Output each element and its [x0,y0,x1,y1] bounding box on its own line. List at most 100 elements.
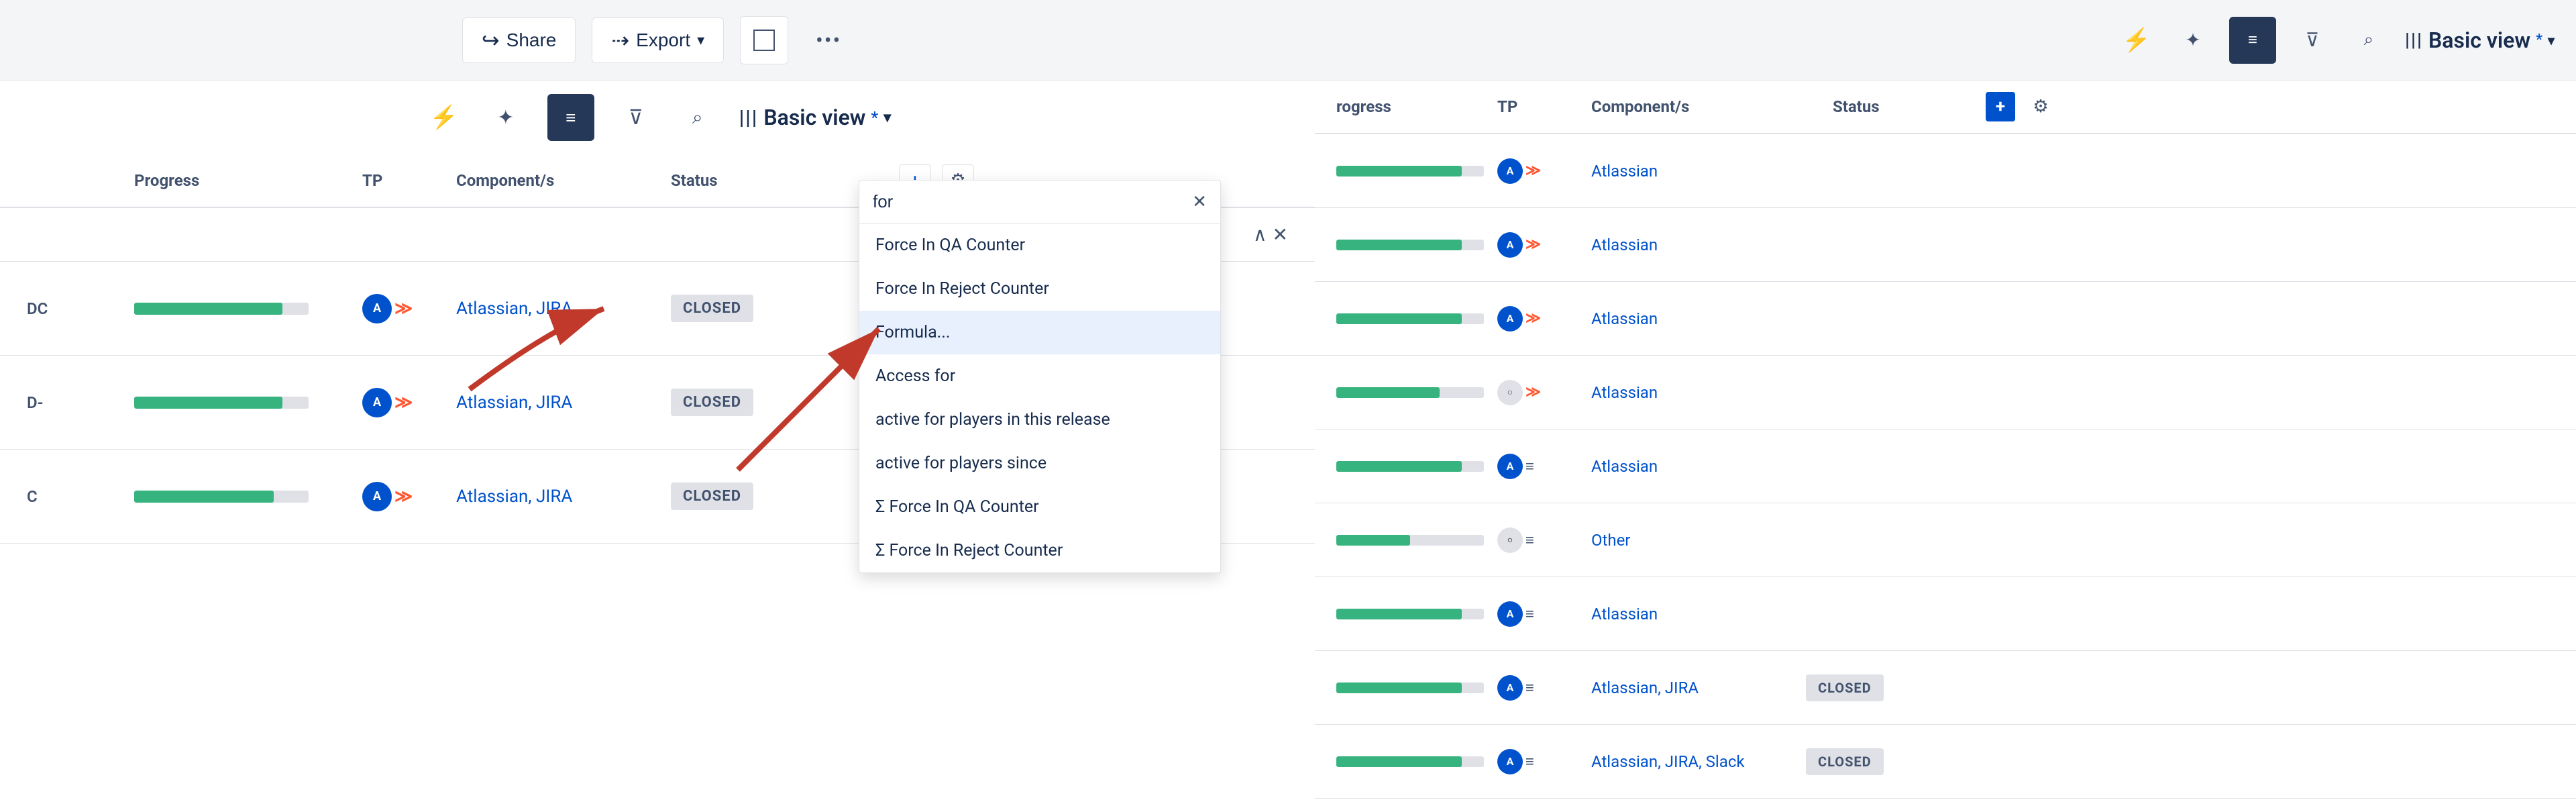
r-gear-icon[interactable]: ⚙ [2033,97,2048,117]
r-progress-cell [1336,240,1497,250]
table-row: A ≫ Atlassian [1315,208,2576,282]
view-selector[interactable]: ||| Basic view * ▾ [739,105,891,130]
r-component-cell: Atlassian [1591,236,1806,254]
dropdown-item-sigma-qa[interactable]: Σ Force In QA Counter [859,485,1220,529]
progress-cell [134,303,362,315]
table-row: ○ ≡ Other [1315,503,2576,577]
lightning-icon: ⚡ [430,104,458,131]
component-link[interactable]: Atlassian [1591,383,1658,402]
more-options-button[interactable]: ••• [804,16,853,64]
component-link[interactable]: Atlassian [1591,457,1658,476]
r-tp-cell: A ≫ [1497,232,1591,258]
export-button[interactable]: ⇢ Export ▾ [592,17,724,63]
r-progress-cell [1336,461,1497,472]
table-row: A ≫ Atlassian [1315,134,2576,208]
priority-icon: ≫ [1525,162,1541,179]
stack-button[interactable]: ≡ [547,94,594,141]
dropdown-item-active-players-since[interactable]: active for players since [859,442,1220,485]
r-tp-cell: A ≡ [1497,675,1591,701]
export-label: Export [636,30,690,51]
r-progress-cell [1336,756,1497,767]
r-stack-button[interactable]: ≡ [2229,17,2276,64]
r-progress-cell [1336,609,1497,619]
r-filter-button[interactable]: ⊽ [2292,20,2332,60]
dropdown-item-formula[interactable]: Formula... [859,311,1220,354]
r-component-cell: Atlassian, JIRA, Slack [1591,752,1806,771]
component-link[interactable]: Atlassian, JIRA [456,487,572,507]
dropdown-search-row: ✕ [859,181,1220,223]
priority-icon: ≡ [1525,458,1534,475]
dropdown-item-force-reject[interactable]: Force In Reject Counter [859,267,1220,311]
chevron-up-icon[interactable]: ∧ [1253,223,1267,246]
component-link[interactable]: Atlassian, JIRA, Slack [1591,752,1745,771]
r-progress-cell [1336,535,1497,546]
r-tp-cell: A ≫ [1497,158,1591,184]
r-lightning-button[interactable]: ⚡ [2116,20,2157,60]
right-table-header: rogress TP Component/s Status + ⚙ [1315,81,2576,134]
plus-icon: + [1996,97,2005,117]
progress-cell [134,397,362,409]
lightning-button[interactable]: ⚡ [424,97,464,138]
r-component-cell: Atlassian [1591,162,1806,181]
rth-tp: TP [1497,97,1591,116]
component-link[interactable]: Other [1591,531,1630,550]
secondary-toolbar: ⚡ ✦ ≡ ⊽ ⌕ ||| Basic view * ▾ [0,81,1315,154]
status-badge: CLOSED [1806,748,1884,775]
atlassian-icon: A [362,294,392,323]
atlassian-icon: A [1497,232,1523,258]
fullscreen-button[interactable] [740,16,788,64]
priority-icon: ≡ [1525,753,1534,770]
stack-icon: ≡ [2248,30,2257,50]
r-component-cell: Other [1591,531,1806,550]
component-link[interactable]: Atlassian [1591,309,1658,328]
r-status-cell: CLOSED [1806,674,1940,701]
search-button[interactable]: ⌕ [678,97,718,138]
component-link[interactable]: Atlassian [1591,236,1658,254]
status-badge: CLOSED [671,483,753,510]
dropdown-item-force-qa[interactable]: Force In QA Counter [859,223,1220,267]
view-name: Basic view [763,105,865,130]
search-close-icon[interactable]: ✕ [1273,223,1288,246]
other-icon: ○ [1497,527,1523,553]
r-tp-cell: A ≡ [1497,454,1591,479]
bookmark-button[interactable]: ✦ [486,97,526,138]
atlassian-icon: A [1497,675,1523,701]
component-link[interactable]: Atlassian, JIRA [456,299,572,319]
filter-button[interactable]: ⊽ [616,97,656,138]
r-tp-cell: A ≡ [1497,601,1591,627]
dropdown-item-sigma-reject[interactable]: Σ Force In Reject Counter [859,529,1220,572]
priority-icon: ≡ [1525,679,1534,697]
priority-icon: ≫ [394,487,413,507]
component-link[interactable]: Atlassian, JIRA [1591,678,1699,697]
filter-icon: ⊽ [2306,29,2320,51]
search-icon: ⌕ [692,106,703,129]
r-view-selector[interactable]: ||| Basic view* ▾ [2405,28,2555,53]
priority-icon: ≫ [394,393,413,413]
component-link[interactable]: Atlassian, JIRA [456,393,572,413]
atlassian-icon: A [1497,601,1523,627]
table-row: ○ ≫ Atlassian [1315,356,2576,430]
th-tp: TP [362,171,456,190]
bars-icon: ||| [739,106,759,130]
dropdown-item-access-for[interactable]: Access for [859,354,1220,398]
th-component: Component/s [456,171,671,190]
share-icon: ↪ [482,28,500,53]
filter-icon: ⊽ [629,106,643,130]
r-bookmark-button[interactable]: ✦ [2173,20,2213,60]
export-dropdown-icon: ▾ [697,32,704,49]
progress-cell [134,491,362,503]
r-search-button[interactable]: ⌕ [2349,20,2389,60]
r-add-column-button[interactable]: + [1986,92,2015,121]
dropdown-close-button[interactable]: ✕ [1192,192,1207,212]
share-button[interactable]: ↪ Share [462,17,576,63]
view-asterisk: * [871,108,878,127]
component-link[interactable]: Atlassian [1591,605,1658,623]
bookmark-icon: ✦ [497,106,514,130]
dropdown-item-active-players-release[interactable]: active for players in this release [859,398,1220,442]
row-prefix: D- [27,393,134,412]
component-link[interactable]: Atlassian [1591,162,1658,181]
search-icon: ⌕ [2364,30,2374,50]
chevron-down-icon: ▾ [883,109,891,126]
priority-icon: ≫ [1525,310,1541,327]
dropdown-search-input[interactable] [873,191,1184,212]
